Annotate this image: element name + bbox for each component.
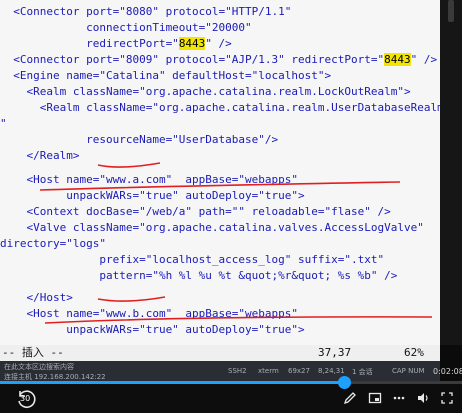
progress-knob[interactable]	[338, 376, 352, 389]
code-line: <Realm className="org.apache.catalina.re…	[0, 85, 411, 98]
edit-button[interactable]	[343, 390, 357, 405]
code-line: <Connector port="8009" protocol="AJP/1.3…	[0, 52, 437, 68]
code-line: connectionTimeout="20000"	[0, 21, 252, 34]
more-icon	[393, 396, 405, 400]
session-count: 1 会话	[352, 368, 373, 376]
playback-time: 0:02:08	[433, 367, 462, 376]
cursor-position: 37,37	[318, 346, 352, 359]
scrollbar-track[interactable]	[440, 0, 462, 345]
code-segment: " />	[410, 53, 438, 66]
code-segment: <Connector port="8009" protocol="AJP/1.3…	[0, 53, 385, 66]
volume-button[interactable]	[416, 390, 430, 404]
cursor-info: 8,24,31	[318, 367, 345, 375]
code-line: directory="logs"	[0, 237, 106, 250]
code-line: <Valve className="org.apache.catalina.va…	[0, 221, 424, 234]
fullscreen-button[interactable]	[440, 390, 454, 404]
speaker-icon	[418, 393, 428, 403]
more-options-button[interactable]	[392, 390, 406, 404]
progress-fill	[0, 381, 345, 384]
code-line: pattern="%h %l %u %t &quot;%r&quot; %s %…	[0, 269, 398, 282]
pencil-icon	[343, 392, 356, 405]
terminal-size: 69x27	[288, 367, 310, 375]
search-highlight: 8443	[384, 53, 411, 66]
code-line: <Host name="www.b.com" appBase="webapps"	[0, 307, 299, 320]
video-player-controls: 30	[0, 376, 462, 413]
code-line: "	[0, 117, 7, 130]
terminal-status-bar: 在此文本区边搜索内容 连接主机 192.168.200.142:22 SSH2 …	[0, 361, 440, 381]
pip-icon	[368, 392, 382, 404]
scrollbar-thumb[interactable]	[448, 0, 454, 22]
code-line: <Host name="www.a.com" appBase="webapps"	[0, 173, 299, 186]
code-line: prefix="localhost_access_log" suffix=".t…	[0, 253, 385, 266]
code-segment: redirectPort="	[0, 37, 179, 50]
terminal-type: xterm	[258, 367, 279, 375]
code-line: <Engine name="Catalina" defaultHost="loc…	[0, 69, 332, 82]
scroll-percent: 62%	[404, 346, 424, 359]
rewind-30-button[interactable]: 30	[14, 387, 38, 411]
search-hint: 在此文本区边搜索内容	[4, 363, 74, 371]
mode-indicator: -- 插入 --	[2, 346, 64, 359]
rewind-label: 30	[20, 394, 31, 403]
keyboard-state: CAP NUM	[392, 367, 425, 375]
screen-recording-frame: <Connector port="8080" protocol="HTTP/1.…	[0, 0, 462, 413]
code-line: <Connector port="8080" protocol="HTTP/1.…	[0, 5, 292, 18]
code-line: unpackWARs="true" autoDeploy="true">	[0, 323, 305, 336]
vim-editor[interactable]: <Connector port="8080" protocol="HTTP/1.…	[0, 0, 440, 345]
picture-in-picture-button[interactable]	[368, 390, 382, 404]
protocol-label: SSH2	[228, 367, 247, 375]
vim-statusline: -- 插入 -- 37,37 62%	[0, 345, 440, 361]
fullscreen-icon	[441, 392, 453, 404]
code-line: unpackWARs="true" autoDeploy="true">	[0, 189, 305, 202]
code-line: </Host>	[0, 291, 73, 304]
code-line: <Realm className="org.apache.catalina.re…	[0, 101, 440, 114]
code-segment: " />	[205, 37, 232, 50]
code-line: <Context docBase="/web/a" path="" reload…	[0, 205, 391, 218]
code-line: redirectPort="8443" />	[0, 36, 232, 52]
code-line: </Realm>	[0, 149, 80, 162]
code-line: resourceName="UserDatabase"/>	[0, 133, 279, 146]
search-highlight: 8443	[178, 37, 206, 50]
